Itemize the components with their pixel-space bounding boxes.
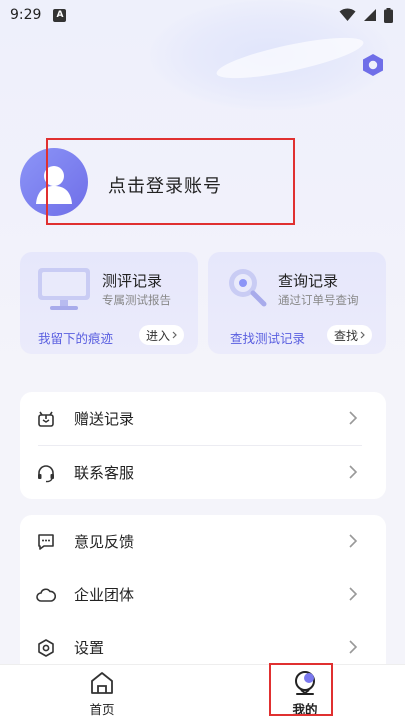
menu-item-enterprise[interactable]: 企业团体 (20, 568, 386, 621)
nav-tab-label: 首页 (89, 702, 115, 717)
gift-icon (36, 409, 56, 429)
highlight-box-mine-tab (269, 663, 333, 716)
chevron-right-icon (349, 534, 358, 548)
chevron-right-icon (172, 331, 177, 339)
card-query-records[interactable]: 查询记录 通过订单号查询 查找测试记录 查找 (208, 252, 386, 354)
chevron-right-icon (360, 331, 365, 339)
magnifier-icon (229, 269, 267, 307)
wifi-icon (339, 8, 356, 21)
signal-icon (364, 9, 376, 21)
menu-item-label: 赠送记录 (74, 410, 135, 428)
feedback-icon (36, 532, 56, 552)
menu-item-feedback[interactable]: 意见反馈 (20, 515, 386, 568)
menu-group-records: 赠送记录 联系客服 (20, 392, 386, 499)
menu-item-contact-support[interactable]: 联系客服 (20, 446, 386, 499)
menu-item-label: 设置 (74, 639, 105, 657)
nav-tab-home[interactable]: 首页 (72, 669, 132, 719)
menu-item-label: 意见反馈 (74, 533, 135, 551)
menu-item-label: 企业团体 (74, 586, 135, 604)
menu-item-label: 联系客服 (74, 464, 135, 482)
card-assessment-records[interactable]: 测评记录 专属测试报告 我留下的痕迹 进入 (20, 252, 198, 354)
chevron-right-icon (349, 587, 358, 601)
battery-icon (384, 7, 393, 23)
chevron-right-icon (349, 411, 358, 425)
cloud-icon (36, 585, 56, 605)
hexagon-settings-icon[interactable] (360, 52, 386, 78)
status-bar: 9:29 A (0, 0, 405, 30)
notification-icon: A (53, 8, 67, 22)
enter-button-label: 进入 (145, 328, 170, 343)
find-button[interactable]: 查找 (326, 325, 372, 345)
find-button-label: 查找 (333, 328, 358, 343)
headset-icon (36, 463, 56, 483)
menu-item-gift-records[interactable]: 赠送记录 (20, 392, 386, 445)
bottom-nav: 首页 我的 (0, 664, 405, 720)
card-bottom-text: 查找测试记录 (230, 331, 306, 346)
menu-group-other: 意见反馈 企业团体 设置 (20, 515, 386, 685)
settings-icon (36, 638, 56, 658)
enter-button[interactable]: 进入 (138, 325, 184, 345)
monitor-icon (38, 268, 90, 310)
card-bottom-text: 我留下的痕迹 (38, 331, 114, 346)
home-icon (91, 672, 113, 694)
card-title: 测评记录 (102, 272, 163, 290)
card-title: 查询记录 (278, 272, 339, 290)
status-time: 9:29 (10, 7, 42, 23)
chevron-right-icon (349, 465, 358, 479)
chevron-right-icon (349, 640, 358, 654)
card-subtitle: 通过订单号查询 (278, 293, 359, 307)
card-subtitle: 专属测试报告 (102, 293, 171, 307)
highlight-box-login (46, 138, 295, 225)
